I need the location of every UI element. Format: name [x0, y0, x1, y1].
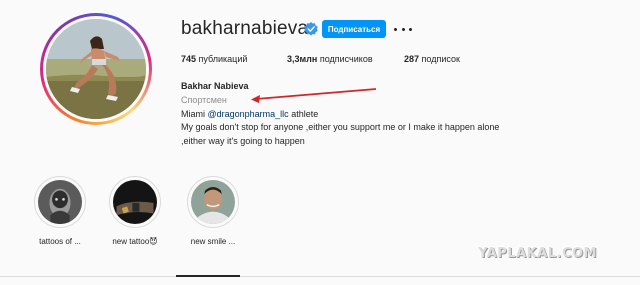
followers-value: 3,3млн: [287, 54, 318, 64]
avatar-image: [46, 19, 146, 119]
highlight-cover: [113, 180, 157, 224]
highlight-image: [191, 180, 235, 224]
bio-line: My goals don't stop for anyone ,either y…: [181, 122, 500, 132]
followers-count[interactable]: 3,3млн подписчиков: [287, 54, 373, 64]
highlight-label: new smile ...: [190, 237, 236, 246]
highlight-cover: [38, 180, 82, 224]
more-dot: [401, 27, 405, 31]
bio-line: ,either way it's going to happen: [181, 136, 305, 146]
posts-count: 745 публикаций: [181, 54, 247, 64]
highlight-image: [38, 180, 82, 224]
more-options-icon[interactable]: [394, 22, 412, 36]
watermark: YAPLAKAL.COM: [478, 246, 597, 261]
profile-username: bakharnabieva: [181, 18, 309, 39]
profile-full-name: Bakhar Nabieva: [181, 81, 249, 91]
following-label: подписок: [419, 54, 460, 64]
highlight-image: [113, 180, 157, 224]
following-value: 287: [404, 54, 420, 64]
profile-avatar: [46, 19, 146, 119]
avatar-inner: [43, 16, 149, 122]
follow-button[interactable]: Подписаться: [322, 20, 386, 38]
highlight-ring: [109, 176, 161, 228]
tabs-divider: [0, 276, 640, 277]
story-highlight[interactable]: new smile ...: [173, 176, 253, 246]
followers-label: подписчиков: [317, 54, 373, 64]
annotation-arrow: [251, 88, 377, 103]
profile-avatar-ring[interactable]: [40, 13, 152, 125]
bio-line: Miami @dragonpharma_llc athlete: [181, 109, 318, 119]
posts-label: публикаций: [196, 54, 248, 64]
profile-category: Спортсмен: [181, 95, 227, 105]
following-count[interactable]: 287 подписок: [404, 54, 460, 64]
highlight-label: tattoos of ...: [39, 237, 81, 246]
bio-mention-link[interactable]: @dragonpharma_llc: [208, 109, 289, 119]
more-dot: [409, 27, 412, 31]
posts-value: 745: [181, 54, 197, 64]
bio-text: athlete: [288, 109, 319, 119]
bio-text: Miami: [181, 109, 208, 119]
tab-posts-active-indicator[interactable]: [176, 275, 240, 277]
highlight-label: new tattoo😈: [112, 237, 158, 246]
highlight-cover: [191, 180, 235, 224]
story-highlight[interactable]: new tattoo😈: [95, 176, 175, 246]
verified-badge-icon: [304, 22, 318, 36]
more-dot: [394, 27, 397, 31]
highlight-ring: [187, 176, 239, 228]
highlight-ring: [34, 176, 86, 228]
story-highlight[interactable]: tattoos of ...: [20, 176, 100, 246]
